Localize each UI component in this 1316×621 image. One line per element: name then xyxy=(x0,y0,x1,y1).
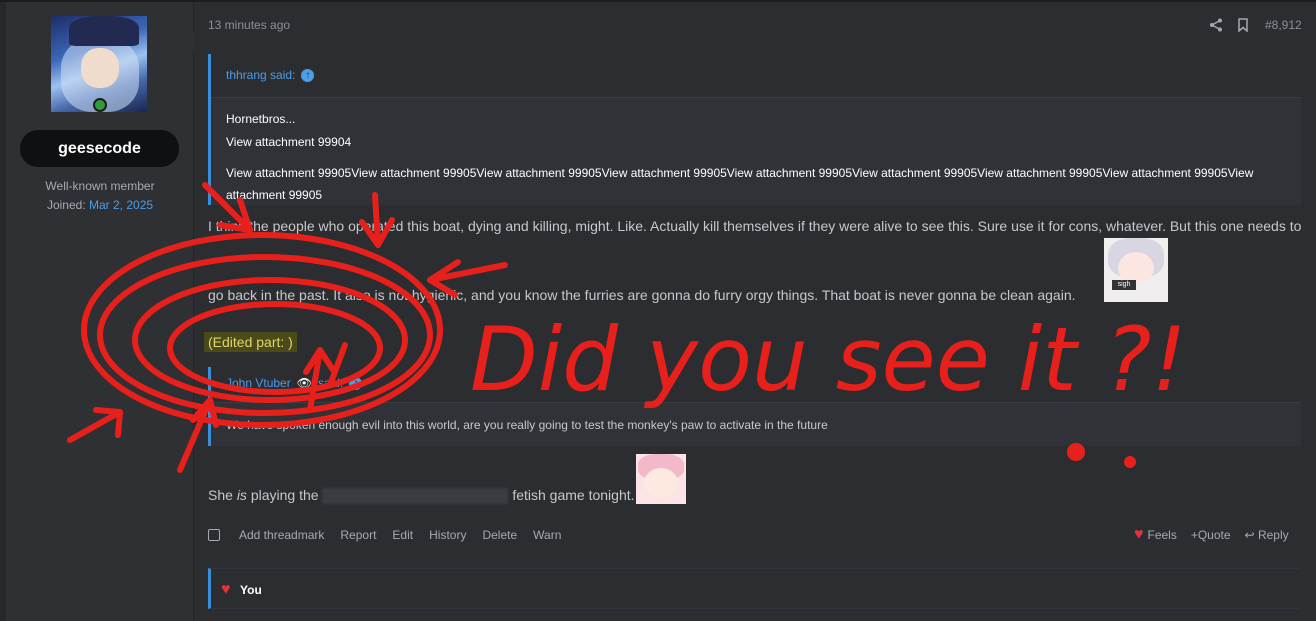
quote-block: thhrang said: ↑ Hornetbros... View attac… xyxy=(208,54,1301,205)
text-segment: fetish game tonight. xyxy=(508,487,635,503)
avatar-hat xyxy=(69,16,139,46)
attachment-link[interactable]: View attachment 99904 xyxy=(226,135,351,149)
eye-icon: 👁 xyxy=(296,376,312,390)
sticker-image: sigh xyxy=(1104,238,1168,302)
quote-line: We have spoken enough evil into this wor… xyxy=(226,418,828,432)
arrow-up-circle-icon[interactable]: ↑ xyxy=(349,376,363,390)
edit-link[interactable]: Edit xyxy=(392,528,413,542)
post-timestamp[interactable]: 13 minutes ago xyxy=(208,18,290,32)
quote-header: John Vtuber 👁 said: ↑ xyxy=(211,367,1301,403)
share-icon[interactable] xyxy=(1210,18,1222,32)
post-text-line: go back in the past. It also is not hygi… xyxy=(208,287,1076,303)
online-status-icon xyxy=(93,98,107,112)
quote-author[interactable]: John Vtuber 👁 said: ↑ xyxy=(226,376,363,390)
sticker-face xyxy=(644,468,678,498)
spoiler-blur[interactable] xyxy=(322,488,509,505)
add-threadmark-link[interactable]: Add threadmark xyxy=(239,528,324,542)
warn-link[interactable]: Warn xyxy=(533,528,561,542)
feels-label: Feels xyxy=(1147,528,1177,542)
quote-line: Hornetbros... xyxy=(226,112,296,126)
history-link[interactable]: History xyxy=(429,528,466,542)
arrow-up-circle-icon[interactable]: ↑ xyxy=(301,68,315,82)
reactions-label: You xyxy=(240,583,262,597)
quote-author-label: thhrang said: xyxy=(226,68,296,82)
post-actions: Add threadmark Report Edit History Delet… xyxy=(208,528,577,542)
reactions-bar[interactable]: ♥ You xyxy=(208,568,1301,609)
joined-info: Joined: Mar 2, 2025 xyxy=(6,198,194,212)
feels-button[interactable]: ♥ Feels xyxy=(1134,526,1177,544)
post-text-line: I think the people who operated this boa… xyxy=(208,218,1302,234)
attachment-links[interactable]: View attachment 99905View attachment 999… xyxy=(226,162,1296,206)
joined-label: Joined: xyxy=(46,198,86,212)
quote-block: John Vtuber 👁 said: ↑ We have spoken eno… xyxy=(208,367,1301,446)
post-reactions-actions: ♥ Feels +Quote ↩ Reply xyxy=(1134,526,1289,544)
sticker-image xyxy=(636,454,686,504)
edited-highlight: (Edited part: ) xyxy=(204,332,297,352)
text-segment: She xyxy=(208,487,237,503)
user-sidebar: geesecode Well-known member Joined: Mar … xyxy=(6,2,203,621)
post-text-line: She is playing the fetish game tonight. xyxy=(208,487,635,505)
quote-said-label: said: xyxy=(317,376,344,390)
delete-link[interactable]: Delete xyxy=(482,528,517,542)
text-segment: playing the xyxy=(246,487,319,503)
quote-button[interactable]: +Quote xyxy=(1191,528,1231,542)
heart-icon: ♥ xyxy=(221,581,231,598)
reply-button[interactable]: ↩ Reply xyxy=(1245,528,1289,542)
username[interactable]: geesecode xyxy=(20,130,179,167)
report-link[interactable]: Report xyxy=(340,528,376,542)
avatar-face xyxy=(81,48,119,88)
quote-header: thhrang said: ↑ xyxy=(211,54,1301,98)
sticker-tag: sigh xyxy=(1112,280,1136,290)
heart-icon: ♥ xyxy=(1134,526,1144,543)
post-number[interactable]: #8,912 xyxy=(1265,18,1302,32)
quote-author[interactable]: thhrang said: ↑ xyxy=(226,68,315,82)
avatar[interactable] xyxy=(51,16,147,112)
reply-label: Reply xyxy=(1257,528,1289,542)
reply-arrow-icon: ↩ xyxy=(1244,528,1255,542)
joined-date: Mar 2, 2025 xyxy=(89,198,154,212)
quote-author-label: John Vtuber xyxy=(226,376,291,390)
user-title: Well-known member xyxy=(45,179,155,193)
emphasis-text: is xyxy=(236,487,247,503)
post-main: 13 minutes ago #8,912 thhrang said: ↑ Ho… xyxy=(194,2,1316,621)
bookmark-icon[interactable] xyxy=(1238,18,1248,32)
select-checkbox[interactable] xyxy=(208,529,220,541)
